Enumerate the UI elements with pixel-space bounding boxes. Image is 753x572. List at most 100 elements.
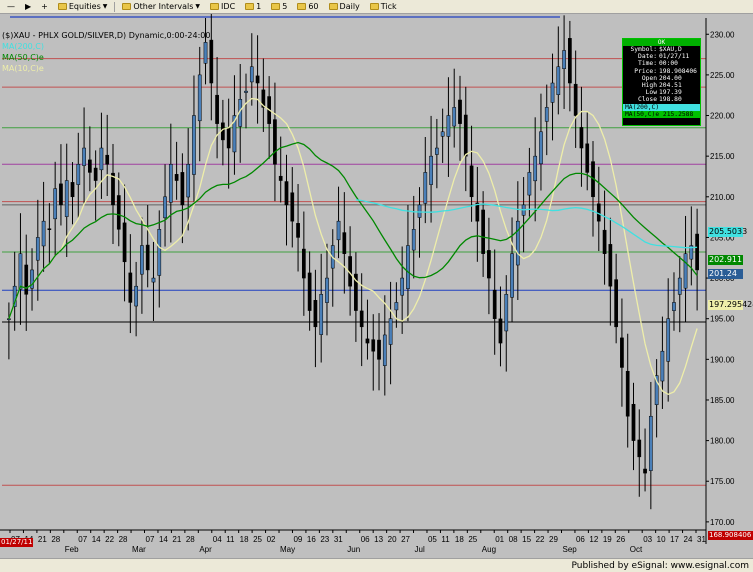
y-tick-label: 220.00 [710,112,735,121]
candle-body [278,175,283,181]
x-tick-label: 22 [105,535,114,544]
info-row-label: Open [641,74,657,82]
x-tick-label: Oct [630,545,643,554]
candle-body [498,318,503,344]
daily-button[interactable]: Daily [326,2,363,11]
x-tick-label: 07 [78,535,87,544]
info-row-label: Low [645,89,657,97]
x-tick-label: 15 [522,535,531,544]
minimize-button[interactable]: — [4,2,18,11]
tick-button[interactable]: Tick [367,2,400,11]
candle-body [226,127,231,149]
info-ma50: MA(50,C)e 215.2588 [623,110,700,118]
x-tick-label: 23 [320,535,329,544]
y-tick-label: 175.00 [710,477,735,486]
candle-body [134,285,138,307]
info-row-value: 01/27/11 [659,53,690,61]
candle-body [666,318,671,362]
equities-menu[interactable]: Equities ▼ [55,2,111,11]
idc-button[interactable]: IDC [207,2,238,11]
x-tick-label: 18 [240,535,249,544]
x-tick-label: 19 [603,535,612,544]
y-tick-label: 225.00 [710,71,735,80]
x-tick-label: Aug [482,545,496,554]
cursor-info-window[interactable]: OK Symbol: $XAU,D Date: 01/27/11 Time: 00:00 P… [622,38,701,126]
candle-body [683,253,688,289]
info-row: Low 197.39 [623,89,700,96]
x-tick-label: 08 [509,535,518,544]
x-tick-label: 09 [293,535,302,544]
x-tick-label: 21 [172,535,181,544]
ma50-legend: MA(50,C)e [2,53,44,62]
candle-body [388,318,393,345]
x-tick-label: 31 [334,535,343,544]
interval-1-button[interactable]: 1 [242,2,264,11]
ma10-legend: MA(10,C)e [2,64,44,73]
candle-body [620,337,624,368]
info-row: Date: 01/27/11 [623,53,700,60]
equities-label: Equities [68,2,101,11]
x-tick-label: 28 [119,535,128,544]
toggle-button[interactable]: ▶ [22,2,34,11]
other-intervals-menu[interactable]: Other Intervals ▼ [119,2,203,11]
cursor-date-tag: 01/27/11 [0,538,34,547]
x-tick-label: 18 [455,535,464,544]
candle-body [59,183,63,206]
folder-icon [271,3,281,10]
chart-legend: ($)XAU - PHLX GOLD/SILVER,D) Dynamic,0:0… [2,30,210,74]
x-tick-label: 28 [186,535,195,544]
candle-body [325,277,329,303]
x-tick-label: 17 [670,535,679,544]
y-tick-label: 215.00 [710,152,735,161]
candle-body [249,66,254,83]
symbol-title: ($)XAU - PHLX GOLD/SILVER,D) Dynamic,0:0… [2,31,211,40]
candle-body [596,203,601,222]
candle-body [215,94,219,124]
candle-body [411,229,416,251]
add-icon[interactable]: + [38,2,51,11]
chevron-down-icon: ▼ [195,3,201,10]
candle-body [244,90,248,93]
candle-body [573,83,578,116]
candle-body [533,155,538,182]
candle-body [221,122,225,141]
x-tick-label: 14 [92,535,101,544]
x-tick-label: 16 [307,535,316,544]
x-tick-label: 11 [226,535,235,544]
candle-body [585,143,590,173]
candle-body [301,248,306,279]
price-chart[interactable]: 170.00175.00180.00185.00190.00195.00200.… [0,14,753,558]
interval-5-label: 5 [282,2,288,11]
candle-body [105,154,110,165]
ma200-price-tag: 205.5033 [708,227,748,237]
info-row: Time: 00:00 [623,60,700,67]
info-row: Close 198.80 [623,96,700,103]
candle-body [163,196,167,219]
interval-5-button[interactable]: 5 [268,2,290,11]
folder-icon [210,3,220,10]
candle-body [7,318,11,320]
candle-body [116,195,121,230]
candle-body [423,172,428,204]
x-tick-label: Jul [415,545,425,554]
x-tick-label: 01 [495,535,504,544]
candle-body [157,229,162,276]
folder-icon [57,3,67,10]
x-tick-label: Jun [347,545,360,554]
interval-1-label: 1 [256,2,262,11]
y-tick-label: 195.00 [710,315,735,324]
candle-body [273,119,277,165]
interval-60-button[interactable]: 60 [294,2,321,11]
candle-body [284,181,289,206]
interval-60-label: 60 [308,2,319,11]
x-tick-label: 31 [697,535,706,544]
candle-body [197,74,202,122]
candle-body [336,220,341,241]
candle-body [313,300,318,328]
candle-body [192,115,196,175]
x-tick-label: 14 [159,535,168,544]
candle-body [481,209,485,254]
x-tick-label: May [280,545,295,554]
x-tick-label: 06 [576,535,585,544]
candle-body [515,220,520,266]
